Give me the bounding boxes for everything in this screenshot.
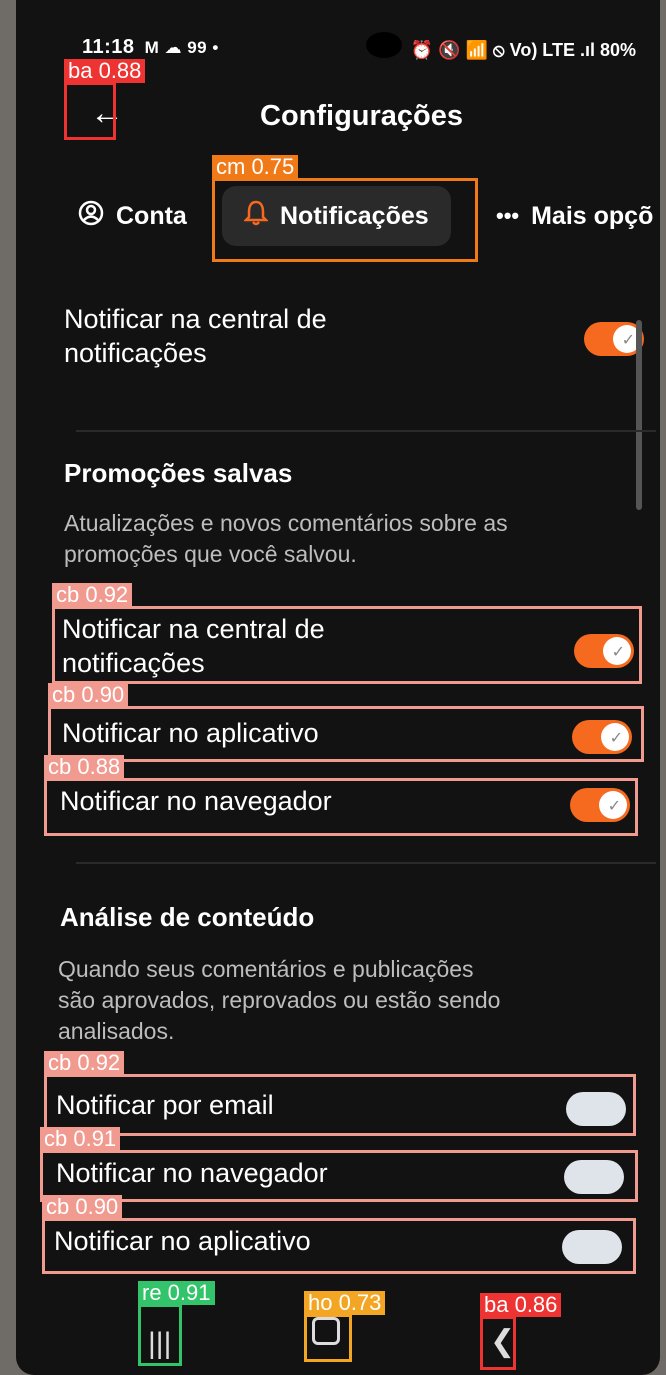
analysis-browser-toggle[interactable] — [564, 1160, 624, 1194]
setting-label: Notificar no navegador — [56, 1158, 328, 1188]
tab-notificacoes[interactable]: Notificações — [222, 186, 451, 246]
back-button[interactable]: ← — [84, 90, 130, 136]
section-title: Promoções salvas — [64, 458, 293, 488]
status-time: 11:18 M ☁ 99 • — [82, 36, 219, 58]
section-description: Quando seus comentários e publicações sã… — [58, 956, 501, 1044]
promo-app-toggle[interactable]: ✓ — [572, 720, 632, 754]
tab-label: Conta — [116, 201, 187, 230]
recent-apps-button[interactable]: ||| — [148, 1327, 171, 1361]
analysis-email-toggle[interactable] — [566, 1092, 626, 1126]
setting-label: Notificar no navegador — [60, 786, 332, 816]
check-icon: ✓ — [611, 644, 625, 661]
home-button[interactable] — [312, 1317, 340, 1353]
more-horizontal-icon: ••• — [496, 203, 520, 228]
nav-back-button[interactable]: ❮ — [490, 1324, 515, 1359]
tab-mais-opcoes[interactable]: ••• Mais opçõ — [496, 186, 653, 246]
setting-label: Notificar na central de notificações — [64, 304, 327, 368]
check-icon: ✓ — [607, 798, 621, 815]
status-system-icons: ⏰ 🔇 📶 ⦸ Vo) LTE .ıl 80% — [410, 40, 636, 60]
section-description: Atualizações e novos comentários sobre a… — [64, 510, 508, 567]
setting-label: Notificar no aplicativo — [62, 718, 319, 748]
toggle-knob — [565, 1233, 593, 1261]
divider — [76, 430, 656, 432]
home-icon — [312, 1317, 340, 1345]
promo-central-toggle[interactable]: ✓ — [574, 634, 634, 668]
front-camera — [366, 32, 402, 58]
setting-label: Notificar na central de notificações — [62, 614, 325, 678]
page-title: Configurações — [260, 100, 464, 132]
tab-conta[interactable]: Conta — [78, 186, 187, 246]
tab-label: Mais opçõ — [531, 201, 654, 230]
central-notification-toggle[interactable]: ✓ — [584, 322, 644, 356]
user-circle-icon — [78, 200, 104, 233]
toggle-knob — [569, 1095, 597, 1123]
check-icon: ✓ — [621, 332, 635, 349]
phone-screen: 11:18 M ☁ 99 • ⏰ 🔇 📶 ⦸ Vo) LTE .ıl 80% ←… — [16, 0, 660, 1375]
chevron-left-icon: ❮ — [490, 1325, 516, 1358]
section-title: Análise de conteúdo — [60, 902, 315, 932]
promo-browser-toggle[interactable]: ✓ — [570, 788, 630, 822]
divider — [76, 862, 656, 864]
toggle-knob — [567, 1163, 595, 1191]
check-icon: ✓ — [609, 730, 623, 747]
tab-label: Notificações — [280, 201, 429, 230]
scrollbar[interactable] — [636, 320, 642, 510]
arrow-left-icon: ← — [90, 93, 124, 132]
recent-apps-icon: ||| — [148, 1327, 172, 1360]
setting-label: Notificar por email — [56, 1090, 274, 1120]
bell-icon — [242, 200, 270, 233]
status-notification-icons: M ☁ 99 • — [144, 38, 219, 57]
setting-label: Notificar no aplicativo — [54, 1226, 311, 1256]
analysis-app-toggle[interactable] — [562, 1230, 622, 1264]
